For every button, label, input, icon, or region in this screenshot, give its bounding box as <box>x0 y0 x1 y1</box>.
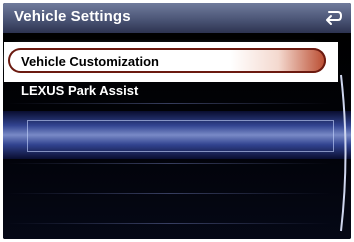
empty-row[interactable] <box>27 120 334 152</box>
back-button[interactable] <box>323 7 343 27</box>
row-divider <box>7 193 331 194</box>
menu-area: Vehicle Customization LEXUS Park Assist <box>3 33 351 239</box>
row-divider <box>7 163 331 164</box>
menu-item-vehicle-customization[interactable]: Vehicle Customization <box>21 54 159 69</box>
row-divider <box>7 223 331 224</box>
page-title: Vehicle Settings <box>14 8 131 25</box>
return-arrow-icon <box>326 11 343 25</box>
title-bar: Vehicle Settings <box>3 3 351 33</box>
scroll-indicator[interactable] <box>339 73 351 233</box>
screen-frame: Vehicle Settings Vehicle Customization L… <box>3 3 351 239</box>
row-divider <box>7 103 331 104</box>
menu-item-lexus-park-assist[interactable]: LEXUS Park Assist <box>21 83 138 98</box>
